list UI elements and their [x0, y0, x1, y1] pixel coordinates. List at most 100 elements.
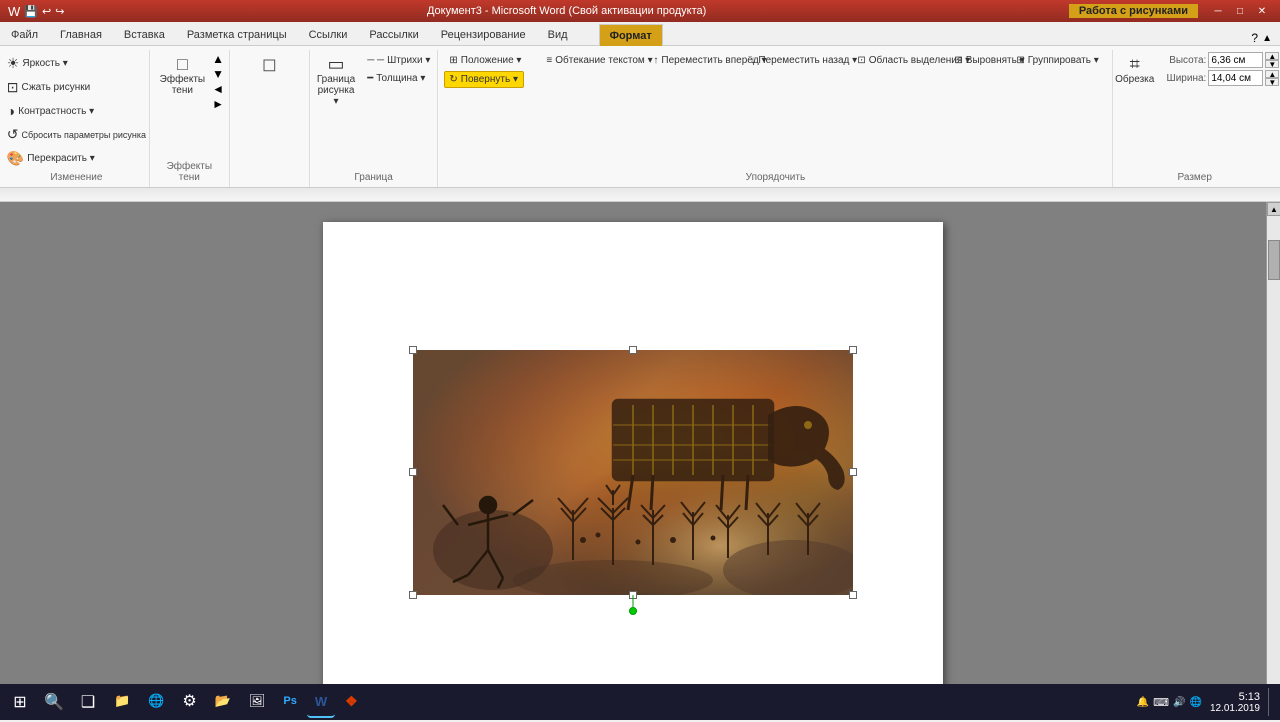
tray-keyboard[interactable]: ⌨ [1153, 696, 1169, 709]
btn-wrap-text[interactable]: ≡ Обтекание текстом ▾ [541, 52, 646, 69]
maximize-button[interactable]: □ [1230, 3, 1250, 19]
handle-top-right[interactable] [849, 346, 857, 354]
group-shadow-label: Эффекты тени [156, 159, 223, 185]
tab-refs[interactable]: Ссылки [298, 23, 359, 45]
btn-move-forward[interactable]: ↑ Переместить вперёд ▾ [648, 52, 743, 69]
doc-wrapper: ▲ ▼ [0, 202, 1280, 702]
crop-icon: ⌗ [1130, 55, 1140, 73]
thickness-icon: ━ [367, 73, 373, 84]
btn-group[interactable]: ⊞ Группировать ▾ [1011, 52, 1106, 69]
tab-format[interactable]: Формат [599, 24, 663, 46]
taskbar-edge[interactable]: 🌐 [140, 686, 172, 718]
close-button[interactable]: ✕ [1252, 3, 1272, 19]
tab-layout[interactable]: Разметка страницы [176, 23, 298, 45]
shadow-down-icon[interactable]: ▼ [212, 67, 224, 81]
height-input[interactable]: 6,36 см [1208, 52, 1263, 68]
handle-bottom-left[interactable] [409, 591, 417, 599]
quick-redo[interactable]: ↪ [55, 5, 64, 18]
btn-group-label: Группировать ▾ [1028, 55, 1099, 66]
shadow-right-icon[interactable]: ► [212, 97, 224, 111]
tab-home[interactable]: Главная [49, 23, 113, 45]
scroll-track [1267, 216, 1280, 688]
taskbar-app2[interactable]: ❖ [337, 686, 366, 718]
back-icon: ↓ [750, 55, 755, 66]
handle-top-left[interactable] [409, 346, 417, 354]
ribbon-help-icon[interactable]: ? [1251, 31, 1258, 45]
rotate-handle[interactable] [629, 607, 637, 615]
width-value: 14,04 см [1211, 73, 1251, 84]
tab-file[interactable]: Файл [0, 23, 49, 45]
image-container[interactable] [413, 350, 853, 595]
tab-view[interactable]: Вид [537, 23, 579, 45]
btn-thickness[interactable]: ━ Толщина ▾ [362, 70, 435, 87]
btn-rotate[interactable]: ↻ Повернуть ▾ [444, 71, 524, 88]
task-view-button[interactable]: ❑ [72, 686, 104, 718]
shadow-up-icon[interactable]: ▲ [212, 52, 224, 66]
btn-border-style[interactable]: ▭ Границарисунка ▾ [312, 52, 360, 110]
btn-reset-label: Сбросить параметры рисунка [22, 130, 147, 140]
wrap-text-icon: ≡ [546, 55, 552, 66]
width-input[interactable]: 14,04 см [1208, 70, 1263, 86]
minimize-button[interactable]: ─ [1208, 3, 1228, 19]
btn-3d[interactable]: ◻ [249, 52, 289, 77]
group-arrange: ⊞ Положение ▾ ≡ Обтекание текстом ▾ ↑ Пе… [438, 50, 1113, 187]
quick-save[interactable]: 💾 [24, 5, 38, 18]
ribbon-tab-bar: Файл Главная Вставка Разметка страницы С… [0, 22, 1280, 46]
btn-contrast[interactable]: ◑ Контрастность ▾ [2, 100, 151, 122]
taskbar-photoshop[interactable]: Ps [275, 686, 304, 718]
document-area [0, 202, 1266, 702]
ribbon-content: ☀ Яркость ▾ ⊡ Сжать рисунки ◑ Контрастно… [0, 46, 1280, 187]
btn-align[interactable]: ⊟ Выровнять ▾ [949, 52, 1009, 69]
group-border-items: ▭ Границарисунка ▾ ─ ─ Штрихи ▾ ━ Толщин… [312, 52, 436, 170]
taskbar-settings[interactable]: ⚙ [174, 686, 204, 718]
tab-review[interactable]: Рецензирование [430, 23, 537, 45]
btn-crop[interactable]: ⌗ Обрезка [1110, 52, 1159, 88]
tray-volume[interactable]: 🔊 [1173, 697, 1185, 708]
cave-painting-image [413, 350, 853, 595]
btn-shadow-effects[interactable]: □ Эффектытени [155, 52, 210, 99]
quick-undo[interactable]: ↩ [42, 5, 51, 18]
btn-thickness-label: Толщина ▾ [376, 73, 425, 84]
scroll-thumb[interactable] [1268, 240, 1280, 280]
tray-network[interactable]: 🌐 [1189, 697, 1201, 708]
scroll-up-button[interactable]: ▲ [1267, 202, 1280, 216]
taskbar-photos[interactable]: 🖼 [241, 686, 274, 718]
group-shadow: □ Эффектытени ▲ ▼ ◄ ► Эффекты тени [150, 50, 230, 187]
tab-mail[interactable]: Рассылки [358, 23, 429, 45]
handle-top-center[interactable] [629, 346, 637, 354]
vertical-scrollbar[interactable]: ▲ ▼ [1266, 202, 1280, 702]
taskbar-explorer[interactable]: 📁 [106, 686, 138, 718]
tab-insert[interactable]: Вставка [113, 23, 176, 45]
taskbar-word[interactable]: W [307, 686, 335, 718]
btn-selection[interactable]: ⊡ Область выделения ▾ [852, 52, 947, 69]
ribbon-expand-icon[interactable]: ▲ [1262, 33, 1272, 44]
group-izmenenie-label: Изменение [10, 170, 143, 185]
btn-position[interactable]: ⊞ Положение ▾ [444, 52, 539, 69]
btn-recolor[interactable]: 🎨 Перекрасить ▾ [2, 147, 151, 170]
shadow-left-icon[interactable]: ◄ [212, 82, 224, 96]
btn-shrink[interactable]: ⊡ Сжать рисунки [2, 76, 151, 99]
btn-move-back[interactable]: ↓ Переместить назад ▾ [745, 52, 850, 69]
group-size-items: ⌗ Обрезка Высота: 6,36 см ▲ ▼ [1110, 52, 1279, 170]
shrink-icon: ⊡ [7, 79, 19, 96]
dashes-icon: ─ ─ [367, 55, 384, 66]
btn-brightness[interactable]: ☀ Яркость ▾ [2, 52, 151, 75]
taskbar-files[interactable]: 📂 [207, 686, 239, 718]
start-button[interactable]: ⊞ [4, 686, 36, 718]
height-spinner: ▲ ▼ [1265, 52, 1279, 68]
btn-dashes[interactable]: ─ ─ Штрихи ▾ [362, 52, 435, 69]
width-spinner: ▲ ▼ [1265, 70, 1279, 86]
tray-notify[interactable]: 🔔 [1137, 697, 1149, 708]
handle-bottom-right[interactable] [849, 591, 857, 599]
show-desktop-button[interactable] [1268, 688, 1272, 716]
width-spin-down[interactable]: ▼ [1265, 78, 1279, 86]
handle-middle-left[interactable] [409, 468, 417, 476]
search-button[interactable]: 🔍 [38, 686, 70, 718]
handle-middle-right[interactable] [849, 468, 857, 476]
btn-crop-label: Обрезка [1115, 74, 1154, 85]
height-spin-down[interactable]: ▼ [1265, 60, 1279, 68]
btn-wrap-text-label: Обтекание текстом ▾ [555, 55, 652, 66]
btn-reset[interactable]: ↺ Сбросить параметры рисунка [2, 123, 151, 146]
btn-border-style-label: Границарисунка ▾ [317, 74, 355, 107]
title-bar-left: W 💾 ↩ ↪ [8, 4, 64, 19]
